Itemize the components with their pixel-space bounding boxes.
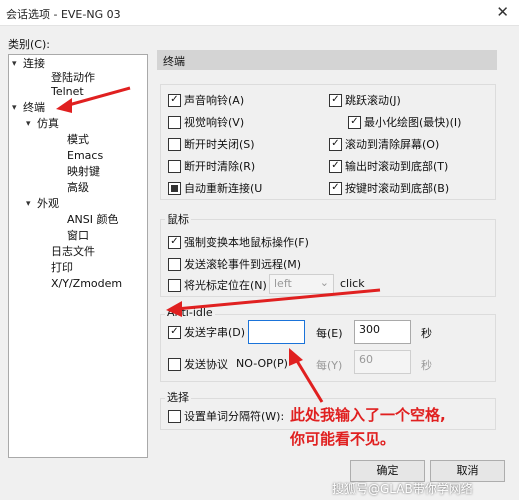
tree-item-terminal[interactable]: 终端 (23, 101, 45, 115)
panel-title: 终端 (163, 55, 185, 68)
close-icon[interactable]: ✕ (496, 3, 509, 21)
tree-item-ansi-color[interactable]: ANSI 颜色 (67, 213, 118, 227)
annotation-line-1: 此处我输入了一个空格, (290, 406, 446, 424)
option-auto-reconnect[interactable]: 自动重新连接(U (168, 180, 262, 196)
option-send-wheel[interactable]: 发送滚轮事件到远程(M) (168, 256, 301, 272)
collapse-icon[interactable]: ▾ (26, 197, 31, 211)
option-scroll-on-output[interactable]: ✓ 输出时滚动到底部(T) (329, 158, 448, 174)
option-audio-bell[interactable]: ✓ 声音响铃(A) (168, 92, 244, 108)
collapse-icon[interactable]: ▾ (26, 117, 31, 131)
anti-idle-title: Anti-idle (165, 306, 215, 319)
category-label: 类别(C): (8, 38, 50, 51)
tree-item-connection[interactable]: 连接 (23, 57, 45, 71)
option-visual-bell[interactable]: 视觉响铃(V) (168, 114, 244, 130)
protocol-interval-input[interactable]: 60 (354, 350, 411, 374)
option-clear-on-disconnect[interactable]: 断开时清除(R) (168, 158, 255, 174)
tree-item-xyzmodem[interactable]: X/Y/Zmodem (51, 277, 122, 291)
tree-item-log-file[interactable]: 日志文件 (51, 245, 95, 259)
option-scroll-on-keypress[interactable]: ✓ 按键时滚动到底部(B) (329, 180, 449, 196)
tree-item-window[interactable]: 窗口 (67, 229, 89, 243)
checkbox-unchecked[interactable] (168, 357, 181, 371)
checkbox-unchecked[interactable] (168, 159, 181, 173)
checkbox-unchecked[interactable] (168, 409, 181, 423)
checkbox-checked[interactable]: ✓ (329, 181, 342, 195)
option-minimized-drawing[interactable]: ✓ 最小化绘图(最快)(I) (348, 114, 461, 130)
checkbox-checked[interactable]: ✓ (168, 235, 181, 249)
option-scroll-to-clear[interactable]: ✓ 滚动到清除屏幕(O) (329, 136, 439, 152)
anti-idle-string-input[interactable] (248, 320, 305, 344)
collapse-icon[interactable]: ▾ (12, 101, 17, 115)
checkbox-checked[interactable]: ✓ (168, 93, 181, 107)
tree-item-printing[interactable]: 打印 (51, 261, 73, 275)
tree-item-mapped-keys[interactable]: 映射键 (67, 165, 100, 179)
seconds-label: 秒 (421, 327, 432, 340)
protocol-label: NO-OP(P) (236, 357, 288, 370)
panel-header: 终端 (157, 50, 497, 70)
tree-item-appearance[interactable]: 外观 (37, 197, 59, 211)
category-tree[interactable]: ▾ 连接 登陆动作 Telnet ▾ 终端 ▾ 仿真 模式 Emacs 映射键 … (8, 54, 148, 458)
option-send-string[interactable]: ✓ 发送字串(D) (168, 324, 245, 340)
tree-item-logon-actions[interactable]: 登陆动作 (51, 71, 95, 85)
checkbox-checked[interactable]: ✓ (348, 115, 361, 129)
checkbox-indeterminate[interactable] (168, 181, 181, 195)
watermark: 搜狐号@GLAB带你学网络 (332, 482, 473, 496)
checkbox-unchecked[interactable] (168, 137, 181, 151)
every2-label: 每(Y) (316, 359, 343, 372)
selection-group-title: 选择 (165, 389, 191, 405)
seconds2-label: 秒 (421, 359, 432, 372)
click-label: click (340, 277, 365, 290)
option-jump-scroll[interactable]: ✓ 跳跃滚动(J) (329, 92, 401, 108)
checkbox-unchecked[interactable] (168, 278, 181, 292)
cancel-button[interactable]: 取消 (430, 460, 505, 482)
title-bar: 会话选项 - EVE-NG 03 ✕ (0, 0, 519, 26)
tree-item-modes[interactable]: 模式 (67, 133, 89, 147)
chevron-down-icon: ⌄ (319, 276, 329, 289)
checkbox-checked[interactable]: ✓ (329, 93, 342, 107)
tree-item-emacs[interactable]: Emacs (67, 149, 103, 163)
cursor-button-select[interactable]: left ⌄ (269, 274, 334, 294)
option-word-delimiters[interactable]: 设置单词分隔符(W): (168, 408, 284, 424)
window-title: 会话选项 - EVE-NG 03 (6, 8, 121, 21)
tree-item-advanced[interactable]: 高级 (67, 181, 89, 195)
every-label: 每(E) (316, 327, 343, 340)
ok-button[interactable]: 确定 (350, 460, 425, 482)
checkbox-checked[interactable]: ✓ (168, 325, 181, 339)
checkbox-unchecked[interactable] (168, 115, 181, 129)
tree-item-emulation[interactable]: 仿真 (37, 117, 59, 131)
mouse-group-title: 鼠标 (165, 211, 191, 227)
collapse-icon[interactable]: ▾ (12, 57, 17, 71)
annotation-line-2: 你可能看不见。 (290, 430, 396, 448)
option-send-protocol[interactable]: 发送协议 (168, 356, 228, 372)
tree-item-telnet[interactable]: Telnet (51, 85, 84, 99)
option-position-cursor[interactable]: 将光标定位在(N) (168, 277, 267, 293)
checkbox-checked[interactable]: ✓ (329, 137, 342, 151)
option-force-local-mouse[interactable]: ✓ 强制变换本地鼠标操作(F) (168, 234, 309, 250)
option-close-on-disconnect[interactable]: 断开时关闭(S) (168, 136, 255, 152)
checkbox-checked[interactable]: ✓ (329, 159, 342, 173)
checkbox-unchecked[interactable] (168, 257, 181, 271)
anti-idle-interval-input[interactable]: 300 (354, 320, 411, 344)
